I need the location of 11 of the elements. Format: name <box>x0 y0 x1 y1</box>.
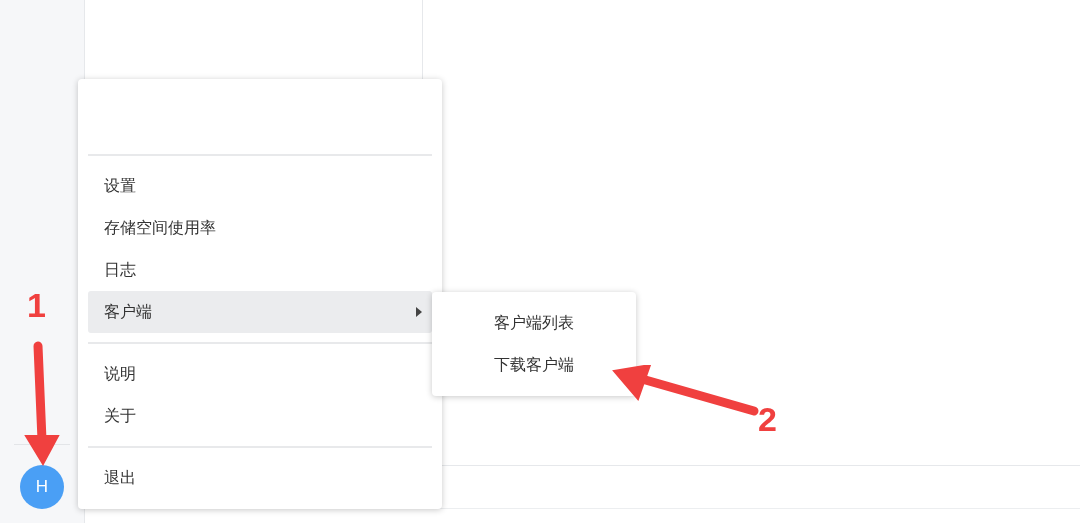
menu-item[interactable]: 存储空间使用率 <box>88 207 432 249</box>
menu-item[interactable]: 客户端 <box>88 291 432 333</box>
menu-item[interactable]: 关于 <box>88 395 432 437</box>
annotation-number: 1 <box>27 288 46 322</box>
menu-item[interactable]: 日志 <box>88 249 432 291</box>
menu-item[interactable]: 客户端列表 <box>432 302 636 344</box>
menu-item[interactable]: 说明 <box>88 353 432 395</box>
annotation-number: 2 <box>758 402 777 436</box>
caret-icon <box>416 307 422 317</box>
menu-item[interactable]: 退出 <box>88 457 432 499</box>
menu-item[interactable]: 设置 <box>88 165 432 207</box>
